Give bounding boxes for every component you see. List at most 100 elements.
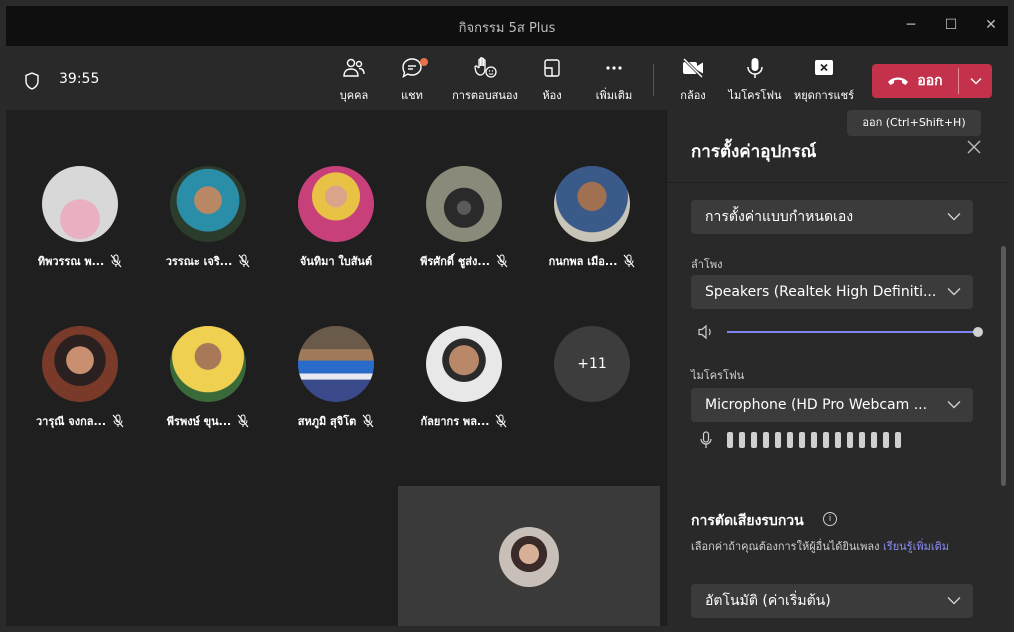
chat-unread-badge	[420, 58, 428, 66]
avatar	[426, 326, 502, 402]
mic-muted-icon	[362, 414, 374, 428]
more-participants-tile[interactable]: +11	[532, 326, 652, 402]
chevron-down-icon	[970, 78, 981, 85]
stop-share-button[interactable]: หยุดการแชร์	[792, 56, 856, 104]
panel-scrollbar[interactable]	[1001, 246, 1006, 486]
camera-off-icon	[682, 57, 704, 79]
toolbar-divider	[653, 64, 654, 96]
microphone-icon	[747, 58, 763, 78]
speaker-icon	[698, 324, 711, 340]
participant-name: วรรณะ เจริ...	[165, 255, 233, 268]
leave-button[interactable]: ออก	[872, 64, 958, 98]
reactions-label: การตอบสนอง	[452, 89, 518, 102]
maximize-button[interactable]: ☐	[936, 14, 966, 36]
noise-desc-text: เลือกค่าถ้าคุณต้องการให้ผู้อื่นได้ยินเพล…	[691, 540, 884, 553]
speaker-volume-thumb[interactable]	[973, 327, 983, 337]
meeting-timer: 39:55	[59, 71, 100, 87]
avatar	[170, 166, 246, 242]
info-icon[interactable]: i	[823, 512, 837, 526]
camera-button[interactable]: กล้อง	[663, 56, 723, 104]
people-button[interactable]: บุคคล	[324, 56, 384, 104]
leave-label: ออก	[917, 73, 943, 89]
participant-name: พีรพงษ์ ขุน...	[166, 415, 232, 428]
mic-muted-icon	[496, 254, 508, 268]
participant-tile[interactable]: สหภูมิ สุจิโต	[276, 326, 396, 430]
noise-suppression-description: เลือกค่าถ้าคุณต้องการให้ผู้อื่นได้ยินเพล…	[691, 538, 973, 555]
stop-share-label: หยุดการแชร์	[793, 89, 855, 102]
participant-tile[interactable]: ทิพวรรณ พ...	[20, 166, 140, 270]
participants-stage: ทิพวรรณ พ... วรรณะ เจริ... จันทิมา ใบสัน…	[6, 110, 666, 626]
panel-divider	[667, 182, 1008, 183]
speaker-volume-track[interactable]	[727, 331, 977, 333]
meeting-toolbar: 39:55 บุคคล แชท การตอบสนอง ห้อง เพิ่มเติ…	[6, 46, 1008, 110]
mic-muted-icon	[496, 414, 507, 428]
reactions-icon	[474, 57, 497, 78]
panel-title: การตั้งค่าอุปกรณ์	[691, 142, 817, 162]
participant-name: วารุณี จงกล...	[35, 415, 107, 428]
people-label: บุคคล	[339, 89, 369, 102]
avatar	[170, 326, 246, 402]
chevron-down-icon	[947, 401, 961, 409]
leave-button-group: ออก	[872, 64, 992, 98]
preset-dropdown[interactable]: การตั้งค่าแบบกำหนดเอง	[691, 200, 973, 234]
avatar	[426, 166, 502, 242]
close-panel-button[interactable]	[967, 138, 987, 158]
speaker-label: ลำโพง	[691, 258, 723, 271]
chat-button[interactable]: แชท	[382, 56, 442, 104]
close-window-button[interactable]: ✕	[976, 14, 1006, 36]
noise-suppression-value: อัตโนมัติ (ค่าเริ่มต้น)	[705, 593, 831, 609]
mic-muted-icon	[237, 414, 249, 428]
avatar	[298, 326, 374, 402]
more-icon	[606, 66, 622, 70]
title-bar: กิจกรรม 5ส Plus ─ ☐ ✕	[6, 6, 1008, 46]
microphone-label: ไมโครโฟน	[728, 89, 782, 102]
participant-tile[interactable]: พีรศักดิ์ ชูส่ง...	[404, 166, 524, 270]
speaker-dropdown[interactable]: Speakers (Realtek High Definiti...	[691, 275, 973, 309]
self-avatar	[499, 527, 559, 587]
microphone-value: Microphone (HD Pro Webcam ...	[705, 397, 928, 413]
participant-name: จันทิมา ใบสันต์	[299, 255, 373, 268]
self-view[interactable]	[398, 486, 660, 626]
participant-name: กัลยากร พล...	[420, 415, 490, 428]
speaker-value: Speakers (Realtek High Definiti...	[705, 284, 937, 300]
learn-more-link[interactable]: เรียนรู้เพิ่มเติม	[883, 540, 949, 553]
participant-tile[interactable]: พีรพงษ์ ขุน...	[148, 326, 268, 430]
leave-tooltip: ออก (Ctrl+Shift+H)	[847, 110, 981, 136]
close-icon	[967, 140, 981, 154]
reactions-button[interactable]: การตอบสนอง	[452, 56, 518, 104]
leave-options-button[interactable]	[959, 64, 992, 98]
avatar	[42, 166, 118, 242]
mic-muted-icon	[112, 414, 124, 428]
rooms-icon	[544, 59, 560, 77]
participant-tile[interactable]: วารุณี จงกล...	[20, 326, 140, 430]
noise-suppression-dropdown[interactable]: อัตโนมัติ (ค่าเริ่มต้น)	[691, 584, 973, 618]
participant-tile[interactable]: กัลยากร พล...	[404, 326, 524, 430]
participant-name: ทิพวรรณ พ...	[37, 255, 105, 268]
participant-tile[interactable]: กนกพล เมือ...	[532, 166, 652, 270]
microphone-button[interactable]: ไมโครโฟน	[725, 56, 785, 104]
microphone-dropdown[interactable]: Microphone (HD Pro Webcam ...	[691, 388, 973, 422]
participant-tile[interactable]: จันทิมา ใบสันต์	[276, 166, 396, 270]
avatar	[554, 166, 630, 242]
avatar	[298, 166, 374, 242]
chevron-down-icon	[947, 597, 961, 605]
noise-suppression-title: การตัดเสียงรบกวน	[691, 513, 804, 529]
participant-name: กนกพล เมือ...	[548, 255, 618, 268]
mic-level-meter	[727, 432, 901, 448]
mic-muted-icon	[110, 254, 122, 268]
more-button[interactable]: เพิ่มเติม	[584, 56, 644, 104]
phone-hangup-icon	[888, 77, 909, 85]
rooms-label: ห้อง	[542, 89, 562, 102]
people-icon	[343, 58, 365, 77]
more-label: เพิ่มเติม	[595, 89, 633, 102]
participant-name: สหภูมิ สุจิโต	[297, 415, 357, 428]
stop-share-icon	[815, 60, 833, 75]
teams-meeting-window: กิจกรรม 5ส Plus ─ ☐ ✕ 39:55 บุคคล แชท กา…	[6, 6, 1008, 626]
camera-label: กล้อง	[680, 89, 706, 102]
mic-muted-icon	[623, 254, 635, 268]
avatar	[42, 326, 118, 402]
microphone-level-icon	[700, 431, 712, 448]
rooms-button[interactable]: ห้อง	[522, 56, 582, 104]
minimize-button[interactable]: ─	[896, 14, 926, 36]
participant-tile[interactable]: วรรณะ เจริ...	[148, 166, 268, 270]
